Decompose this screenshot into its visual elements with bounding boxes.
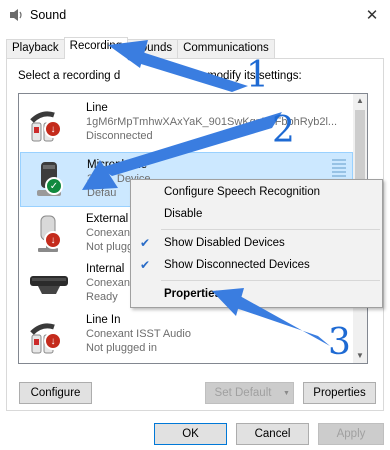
device-name: External bbox=[86, 213, 129, 225]
menu-item-properties[interactable]: Properties bbox=[131, 284, 382, 306]
device-name: Internal bbox=[86, 263, 125, 275]
menu-item-configure-speech-recognition[interactable]: Configure Speech Recognition bbox=[131, 182, 382, 204]
annotation-number-3: 3 bbox=[328, 322, 351, 363]
device-status: Ready bbox=[86, 291, 118, 303]
device-row-line-in[interactable]: ↓ Line In Conexant ISST Audio Not plugge… bbox=[20, 308, 353, 363]
device-name: Line In bbox=[86, 314, 121, 326]
device-name: Microphone bbox=[87, 159, 148, 171]
instruction-head: Select a recording d bbox=[18, 70, 121, 82]
menu-separator bbox=[161, 229, 380, 230]
ok-button[interactable]: OK bbox=[154, 423, 227, 445]
device-name: Line bbox=[86, 102, 108, 114]
apply-button[interactable]: Apply bbox=[318, 423, 384, 445]
speaker-icon bbox=[10, 9, 22, 21]
internal-mic-array-icon bbox=[30, 276, 68, 294]
checkmark-icon: ✔ bbox=[140, 258, 151, 272]
device-status: Disconnected bbox=[86, 130, 153, 142]
menu-item-show-disconnected-devices[interactable]: ✔ Show Disconnected Devices bbox=[131, 255, 382, 277]
device-status: Not plugged in bbox=[86, 342, 157, 354]
menu-item-label: Disable bbox=[164, 208, 203, 220]
menu-item-label: Show Disconnected Devices bbox=[164, 259, 310, 271]
device-row-line[interactable]: ↓ Line 1gM6rMpTmhwXAxYaK_901SwKgrARFbbhR… bbox=[20, 96, 353, 151]
annotation-number-2: 2 bbox=[272, 110, 295, 151]
tab-recording[interactable]: Recording bbox=[63, 37, 129, 59]
checkmark-icon: ✔ bbox=[140, 236, 151, 250]
unplugged-badge-icon: ↓ bbox=[44, 231, 62, 249]
device-status: Defau bbox=[87, 187, 117, 199]
menu-item-label: Configure Speech Recognition bbox=[164, 186, 320, 198]
device-description: 1gM6rMpTmhwXAxYaK_901SwKgrARFbbhRyb2l... bbox=[86, 116, 338, 128]
unplugged-badge-icon: ↓ bbox=[44, 332, 62, 350]
disconnected-badge-icon: ↓ bbox=[44, 120, 62, 138]
scroll-up-icon[interactable]: ▲ bbox=[353, 94, 367, 108]
set-default-dropdown-icon[interactable]: ▼ bbox=[280, 382, 294, 404]
properties-button[interactable]: Properties bbox=[303, 382, 376, 404]
title-bar: Sound ✕ bbox=[0, 0, 390, 30]
close-icon[interactable]: ✕ bbox=[362, 5, 382, 25]
menu-item-label: Properties bbox=[164, 288, 221, 300]
tab-sounds[interactable]: Sounds bbox=[127, 39, 179, 59]
cancel-button[interactable]: Cancel bbox=[236, 423, 309, 445]
annotation-number-1: 1 bbox=[246, 55, 269, 96]
set-default-button[interactable]: Set Default bbox=[205, 382, 281, 404]
device-description: Conexan bbox=[86, 277, 131, 289]
context-menu: Configure Speech Recognition Disable ✔ S… bbox=[130, 179, 383, 308]
default-device-check-icon: ✓ bbox=[45, 177, 63, 195]
device-description: Conexan bbox=[86, 227, 131, 239]
menu-separator bbox=[161, 280, 380, 281]
menu-item-disable[interactable]: Disable bbox=[131, 204, 382, 226]
configure-button[interactable]: Configure bbox=[19, 382, 92, 404]
tab-playback[interactable]: Playback bbox=[6, 39, 65, 59]
scroll-down-icon[interactable]: ▼ bbox=[353, 349, 367, 363]
tab-strip: Playback Recording Sounds Communications bbox=[6, 37, 275, 59]
device-status: Not plugg bbox=[86, 241, 134, 253]
device-description-head: 3- I bbox=[87, 173, 103, 185]
device-description: Conexant ISST Audio bbox=[86, 328, 191, 340]
menu-item-show-disabled-devices[interactable]: ✔ Show Disabled Devices bbox=[131, 233, 382, 255]
window-title: Sound bbox=[30, 8, 67, 22]
menu-item-label: Show Disabled Devices bbox=[164, 237, 285, 249]
